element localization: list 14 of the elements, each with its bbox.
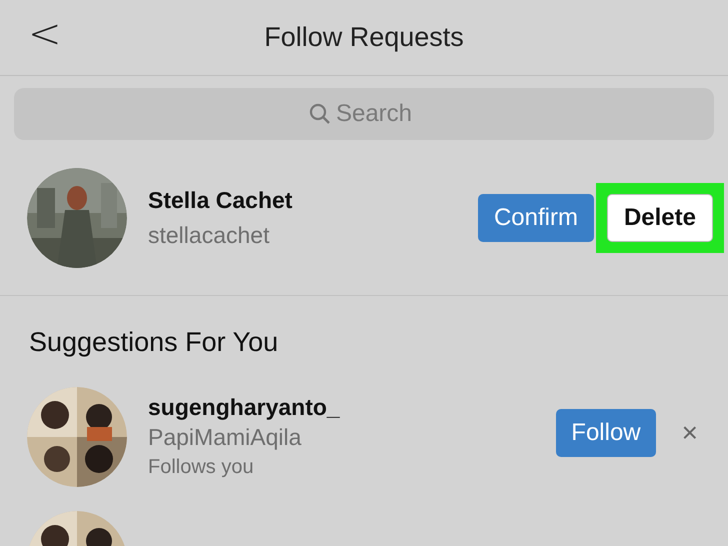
delete-button[interactable]: Delete [606, 194, 713, 242]
user-handle: PapiMamiAqila [148, 422, 302, 452]
user-name: Stella Cachet [148, 186, 294, 215]
dismiss-button[interactable]: × [682, 412, 698, 454]
user-handle: stellacachet [148, 220, 270, 250]
follow-button[interactable]: Follow [556, 408, 656, 456]
page-title: Follow Requests [264, 21, 464, 54]
search-field[interactable]: Search [14, 88, 714, 140]
back-button[interactable]: < [28, 14, 62, 54]
user-name: sugengharyanto_ [148, 392, 341, 422]
confirm-button[interactable]: Confirm [478, 194, 594, 242]
section-heading: Suggestions For You [28, 326, 280, 359]
search-icon [308, 102, 332, 126]
follow-note: Follows you [148, 454, 255, 480]
